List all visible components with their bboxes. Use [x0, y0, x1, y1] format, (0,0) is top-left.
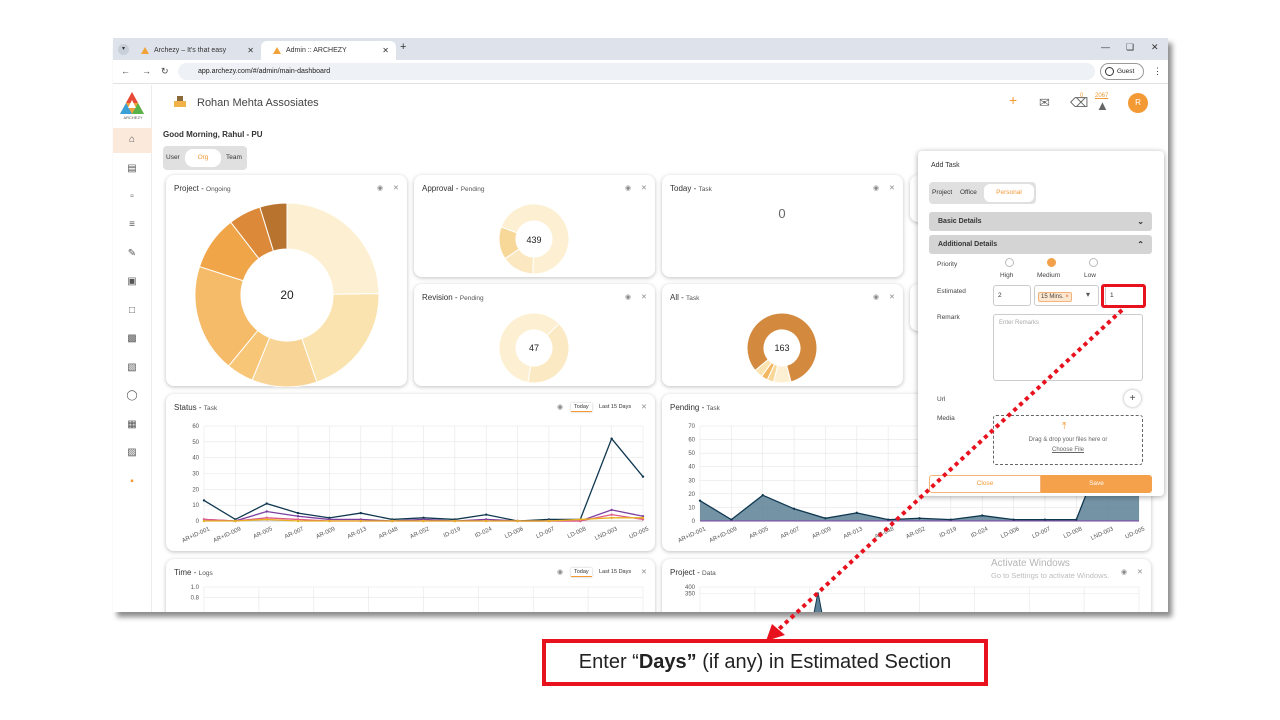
callout-prefix: Enter “	[578, 651, 639, 673]
instruction-callout: Enter “Days” (if any) in Estimated Secti…	[542, 639, 988, 686]
callout-suffix: (if any) in Estimated Section	[696, 651, 952, 673]
annotation-arrow	[766, 308, 1124, 641]
callout-bold: Days”	[638, 651, 697, 673]
slide: ▾ Archezy – It's that easy ✕ Admin :: AR…	[0, 0, 1280, 720]
